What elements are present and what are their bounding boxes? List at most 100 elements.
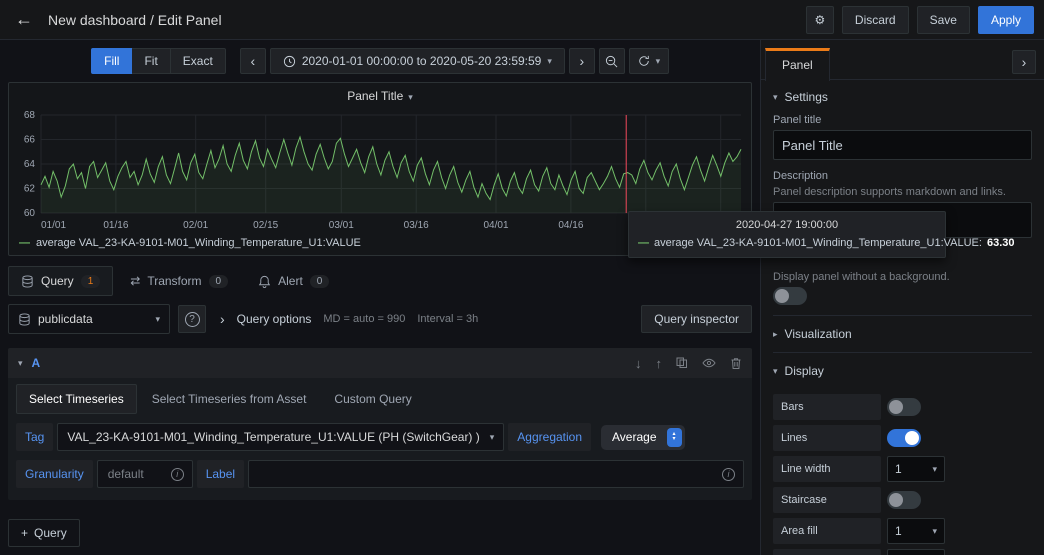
- subtab-select-timeseries[interactable]: Select Timeseries: [16, 384, 137, 414]
- refresh-button[interactable]: ▾: [628, 48, 669, 74]
- datasource-picker[interactable]: publicdata ▾: [8, 304, 170, 334]
- section-settings-label: Settings: [784, 90, 828, 104]
- caret-down-icon: ▾: [655, 55, 661, 66]
- toggle-staircase[interactable]: [887, 491, 921, 509]
- chevron-right-icon: ›: [579, 53, 585, 69]
- datasource-help-button[interactable]: ?: [178, 305, 206, 333]
- back-button[interactable]: ←: [10, 9, 38, 30]
- tag-select[interactable]: VAL_23-KA-9101-M01_Winding_Temperature_U…: [57, 423, 505, 451]
- subtab-custom-query[interactable]: Custom Query: [321, 384, 424, 414]
- max-data-points-summary: MD = auto = 990: [323, 313, 406, 325]
- panel-title-menu[interactable]: Panel Title ▾: [11, 87, 749, 107]
- svg-text:03/01: 03/01: [329, 220, 354, 231]
- option-label-bars: Bars: [773, 394, 881, 420]
- toggle-knob: [775, 289, 789, 303]
- tab-transform[interactable]: ⇄ Transform 0: [117, 266, 241, 296]
- fit-mode-fill[interactable]: Fill: [91, 48, 133, 74]
- alert-count-badge: 0: [309, 274, 330, 288]
- tab-alert[interactable]: Alert 0: [245, 266, 342, 296]
- datasource-icon: [18, 312, 31, 326]
- move-query-down-icon[interactable]: ↓: [635, 356, 642, 371]
- aggregation-label: Aggregation: [508, 423, 592, 451]
- svg-text:01/16: 01/16: [103, 220, 128, 231]
- toggle-query-visibility-icon[interactable]: [702, 357, 716, 369]
- caret-down-icon: ▾: [489, 431, 495, 442]
- select-stepper-icon: ▴ ▾: [666, 427, 682, 447]
- select-value: 1: [895, 524, 902, 538]
- label-field: i: [248, 460, 744, 488]
- tab-transform-label: Transform: [147, 274, 202, 288]
- gear-icon: ⚙: [814, 12, 826, 27]
- display-option-row-fill-gradient: Fill gradient 0▾: [773, 549, 1032, 555]
- info-icon: i: [170, 467, 184, 481]
- tab-query[interactable]: Query 1: [8, 266, 114, 296]
- collapse-pane-button[interactable]: ›: [1012, 50, 1036, 74]
- query-inspector-button[interactable]: Query inspector: [641, 305, 752, 333]
- save-button[interactable]: Save: [916, 5, 970, 34]
- time-shift-back-button[interactable]: ‹: [239, 48, 266, 74]
- svg-text:03/16: 03/16: [404, 220, 429, 231]
- info-icon: i: [722, 467, 735, 481]
- chart-tooltip: 2020-04-27 19:00:00 — average VAL_23-KA-…: [628, 211, 1014, 258]
- legend-series-color: —: [19, 237, 30, 249]
- clock-icon: [283, 55, 295, 67]
- select-area-fill[interactable]: 1 ▾: [887, 518, 945, 544]
- fit-mode-exact[interactable]: Exact: [170, 48, 226, 74]
- zoom-out-button[interactable]: [598, 48, 625, 74]
- panel-title-input[interactable]: [773, 130, 1032, 160]
- transparent-bg-toggle[interactable]: [773, 287, 807, 305]
- tooltip-series-color: —: [638, 237, 649, 249]
- subtab-select-timeseries-from-asset[interactable]: Select Timeseries from Asset: [139, 384, 320, 414]
- tab-query-label: Query: [41, 274, 74, 288]
- option-label-area-fill: Area fill: [773, 518, 881, 544]
- toggle-bars[interactable]: [887, 398, 921, 416]
- tab-panel[interactable]: Panel: [765, 48, 830, 81]
- display-option-row-lines: Lines: [773, 425, 1032, 451]
- time-shift-forward-button[interactable]: ›: [568, 48, 595, 74]
- granularity-input[interactable]: [105, 466, 165, 482]
- fit-mode-fit[interactable]: Fit: [132, 48, 171, 74]
- edit-tabs: Query 1 ⇄ Transform 0 Alert 0: [0, 256, 760, 296]
- add-query-label: Query: [34, 526, 67, 540]
- query-row-header[interactable]: ▾ A ↓ ↑: [8, 348, 752, 378]
- toggle-knob: [905, 431, 919, 445]
- select-fill-gradient[interactable]: 0▾: [887, 549, 945, 555]
- bell-icon: [258, 275, 271, 288]
- dashboard-settings-button[interactable]: ⚙: [805, 5, 834, 34]
- caret-down-icon: ▾: [155, 313, 160, 324]
- option-label-staircase: Staircase: [773, 487, 881, 513]
- main-area: Fill Fit Exact ‹ 2020-01-01 00:00:00 to …: [0, 40, 1044, 555]
- svg-text:01/01: 01/01: [41, 220, 66, 231]
- section-display-label: Display: [784, 364, 824, 378]
- options-sidebar: Panel › ▾ Settings Panel title Descripti…: [760, 40, 1044, 555]
- section-settings[interactable]: ▾ Settings: [773, 90, 1032, 104]
- legend-series-label[interactable]: average VAL_23-KA-9101-M01_Winding_Tempe…: [36, 237, 361, 249]
- aggregation-select[interactable]: Average ▴ ▾: [601, 424, 685, 450]
- refresh-icon: [638, 55, 649, 66]
- select-line-width[interactable]: 1 ▾: [887, 456, 945, 482]
- toggle-lines[interactable]: [887, 429, 921, 447]
- label-label: Label: [196, 460, 245, 488]
- section-display[interactable]: ▾ Display: [773, 352, 1032, 389]
- section-visualization[interactable]: ▸ Visualization: [773, 315, 1032, 352]
- time-range-picker[interactable]: 2020-01-01 00:00:00 to 2020-05-20 23:59:…: [269, 48, 565, 74]
- section-visualization-label: Visualization: [784, 327, 852, 341]
- time-range-label: 2020-01-01 00:00:00 to 2020-05-20 23:59:…: [301, 54, 542, 68]
- plus-icon: +: [21, 526, 29, 540]
- tab-panel-label: Panel: [782, 58, 813, 72]
- sidebar-content: ▾ Settings Panel title Description Panel…: [761, 80, 1044, 555]
- transform-count-badge: 0: [208, 274, 229, 288]
- move-query-up-icon[interactable]: ↑: [656, 356, 663, 371]
- discard-button[interactable]: Discard: [841, 5, 909, 34]
- delete-query-icon[interactable]: [730, 357, 742, 370]
- database-icon: [21, 274, 34, 288]
- add-query-button[interactable]: + Query: [8, 519, 80, 547]
- query-options-toggle[interactable]: › Query options MD = auto = 990 Interval…: [214, 312, 633, 326]
- duplicate-query-icon[interactable]: [676, 357, 688, 369]
- transform-icon: ⇄: [130, 274, 141, 288]
- apply-button[interactable]: Apply: [977, 5, 1034, 34]
- interval-summary: Interval = 3h: [417, 313, 479, 325]
- time-controls: ‹ 2020-01-01 00:00:00 to 2020-05-20 23:5…: [239, 48, 669, 74]
- caret-right-icon: ▸: [773, 328, 778, 339]
- label-input[interactable]: [257, 466, 716, 482]
